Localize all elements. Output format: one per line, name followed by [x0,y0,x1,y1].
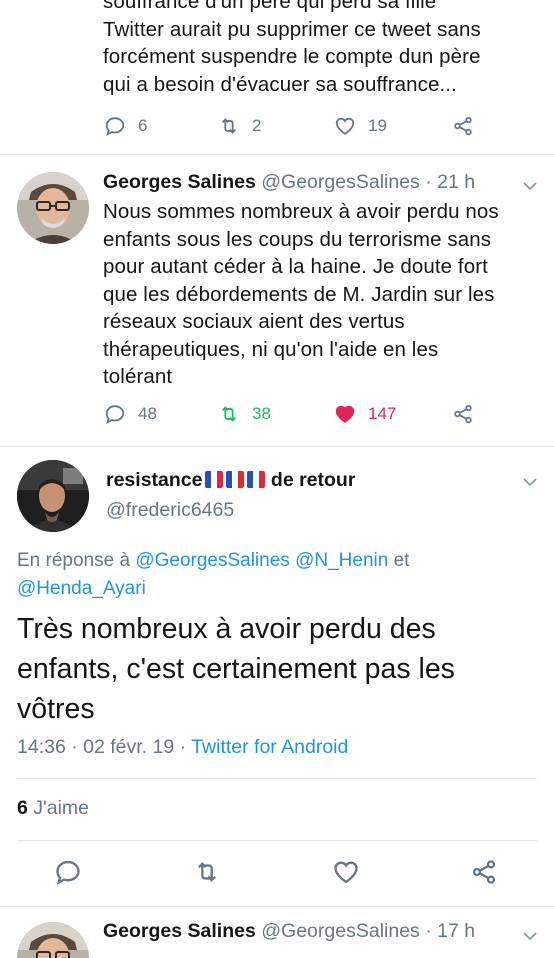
like-label: J'aime [33,797,90,819]
tweet-text-line: tolérant [103,365,173,388]
chevron-down-icon [523,478,537,487]
reply-icon [105,117,125,137]
tweet-text-line: réseaux sociaux aient des vertus [103,310,405,333]
more-options-button[interactable] [522,178,538,191]
reply-button[interactable]: 6 [104,115,147,137]
tweet-text-line: Twitter aurait pu supprimer ce tweet san… [103,17,481,41]
flag-icon [226,471,245,488]
share-icon [454,404,472,424]
tweet-source[interactable]: Twitter for Android [191,736,348,758]
tweet-text-line: que les débordements de M. Jardin sur le… [103,282,495,306]
flag-icon [205,471,224,488]
avatar[interactable] [17,460,89,532]
divider [17,778,537,779]
heart-icon [334,861,358,884]
display-name-suffix[interactable]: de retour [271,469,356,491]
reply-button[interactable] [54,858,82,891]
tweet-time[interactable]: · 21 h [425,171,475,193]
like-count: 19 [368,116,387,135]
share-button[interactable] [452,403,474,425]
reply-button[interactable]: 48 [104,403,157,425]
tweet-timestamp[interactable]: 14:36 · 02 févr. 19 · [17,736,186,758]
flag-icon [247,471,266,488]
share-icon [472,860,496,884]
like-button[interactable]: 19 [334,115,387,137]
reply-conjunction: et [393,550,410,571]
like-total: 6 [17,797,28,819]
user-handle[interactable]: @frederic6465 [106,499,234,522]
reply-icon [105,405,125,425]
reply-count: 6 [138,116,148,135]
tweet-text-line: Nous sommes nombreux à avoir perdu nos [103,200,499,223]
tweet-text-line: qui a besoin d'évacuer sa souffrance... [103,72,457,96]
divider [17,840,537,841]
share-button[interactable] [452,115,474,137]
tweet-text-line: Très nombreux à avoir perdu des [17,613,436,645]
user-handle[interactable]: @GeorgesSalines [261,171,420,193]
display-name[interactable]: resistance [106,469,202,491]
divider [0,446,554,447]
chevron-down-icon [523,932,537,941]
tweet-text-line: thérapeutiques, ni qu'on l'aide en les [103,337,439,361]
retweet-icon [198,862,216,882]
display-name[interactable]: Georges Salines [103,171,256,193]
heart-icon [335,405,355,423]
retweet-button[interactable] [193,858,221,891]
avatar[interactable] [17,922,89,958]
heart-icon [335,117,355,135]
reply-context: En réponse à @GeorgesSalines @N_Henin et… [17,547,537,603]
focused-tweet-text: Très nombreux à avoir perdu des enfants,… [17,609,542,729]
reply-count: 48 [138,404,157,423]
tweet-header: resistance de retour [106,469,355,492]
tweet-text-line: forcément suspendre le compte dun père [103,45,481,68]
tweet-text-line: enfants sous les coups du terrorisme san… [103,227,492,251]
chevron-down-icon [523,182,537,191]
avatar-image [17,922,89,958]
retweet-icon [221,406,237,422]
retweet-button[interactable]: 2 [218,115,261,137]
tweet-text-line: pour autant céder à la haine. Je doute f… [103,255,488,278]
display-name[interactable]: Georges Salines [103,920,256,942]
divider [0,906,554,907]
tweet-header: Georges Salines @GeorgesSalines · 21 h [103,171,475,194]
tweet-text-line: enfants, c'est certainement pas les [17,653,455,685]
retweet-count: 38 [252,404,271,423]
retweet-button[interactable]: 38 [218,403,271,425]
like-button[interactable] [332,858,360,891]
more-options-button[interactable] [522,474,538,487]
mention-link[interactable]: @GeorgesSalines [135,550,289,571]
like-button[interactable]: 147 [334,403,396,425]
like-count: 147 [368,404,397,423]
reply-icon [56,860,80,885]
more-options-button[interactable] [522,928,538,941]
avatar-image [17,172,89,244]
tweet-text-line: vôtres [17,693,95,725]
mention-link[interactable]: @N_Henin [295,550,388,571]
tweet-metadata: 14:36 · 02 févr. 19 · Twitter for Androi… [17,736,348,759]
like-summary[interactable]: 6 J'aime [17,797,89,820]
tweet-time[interactable]: · 17 h [425,920,475,942]
tweet-text: Nous sommes nombreux à avoir perdu nos e… [103,198,543,391]
tweet-header: Georges Salines @GeorgesSalines · 17 h [103,920,475,943]
retweet-count: 2 [252,116,262,135]
tweet-text-line: souffrance d'un père qui perd sa fille [103,0,437,13]
share-button[interactable] [470,858,498,891]
user-handle[interactable]: @GeorgesSalines [261,920,420,942]
avatar[interactable] [17,172,89,244]
avatar-image [17,460,89,532]
retweet-icon [221,118,237,134]
share-icon [454,116,472,136]
divider [0,154,554,155]
mention-link[interactable]: @Henda_Ayari [17,578,146,599]
reply-prefix: En réponse à [17,550,131,571]
